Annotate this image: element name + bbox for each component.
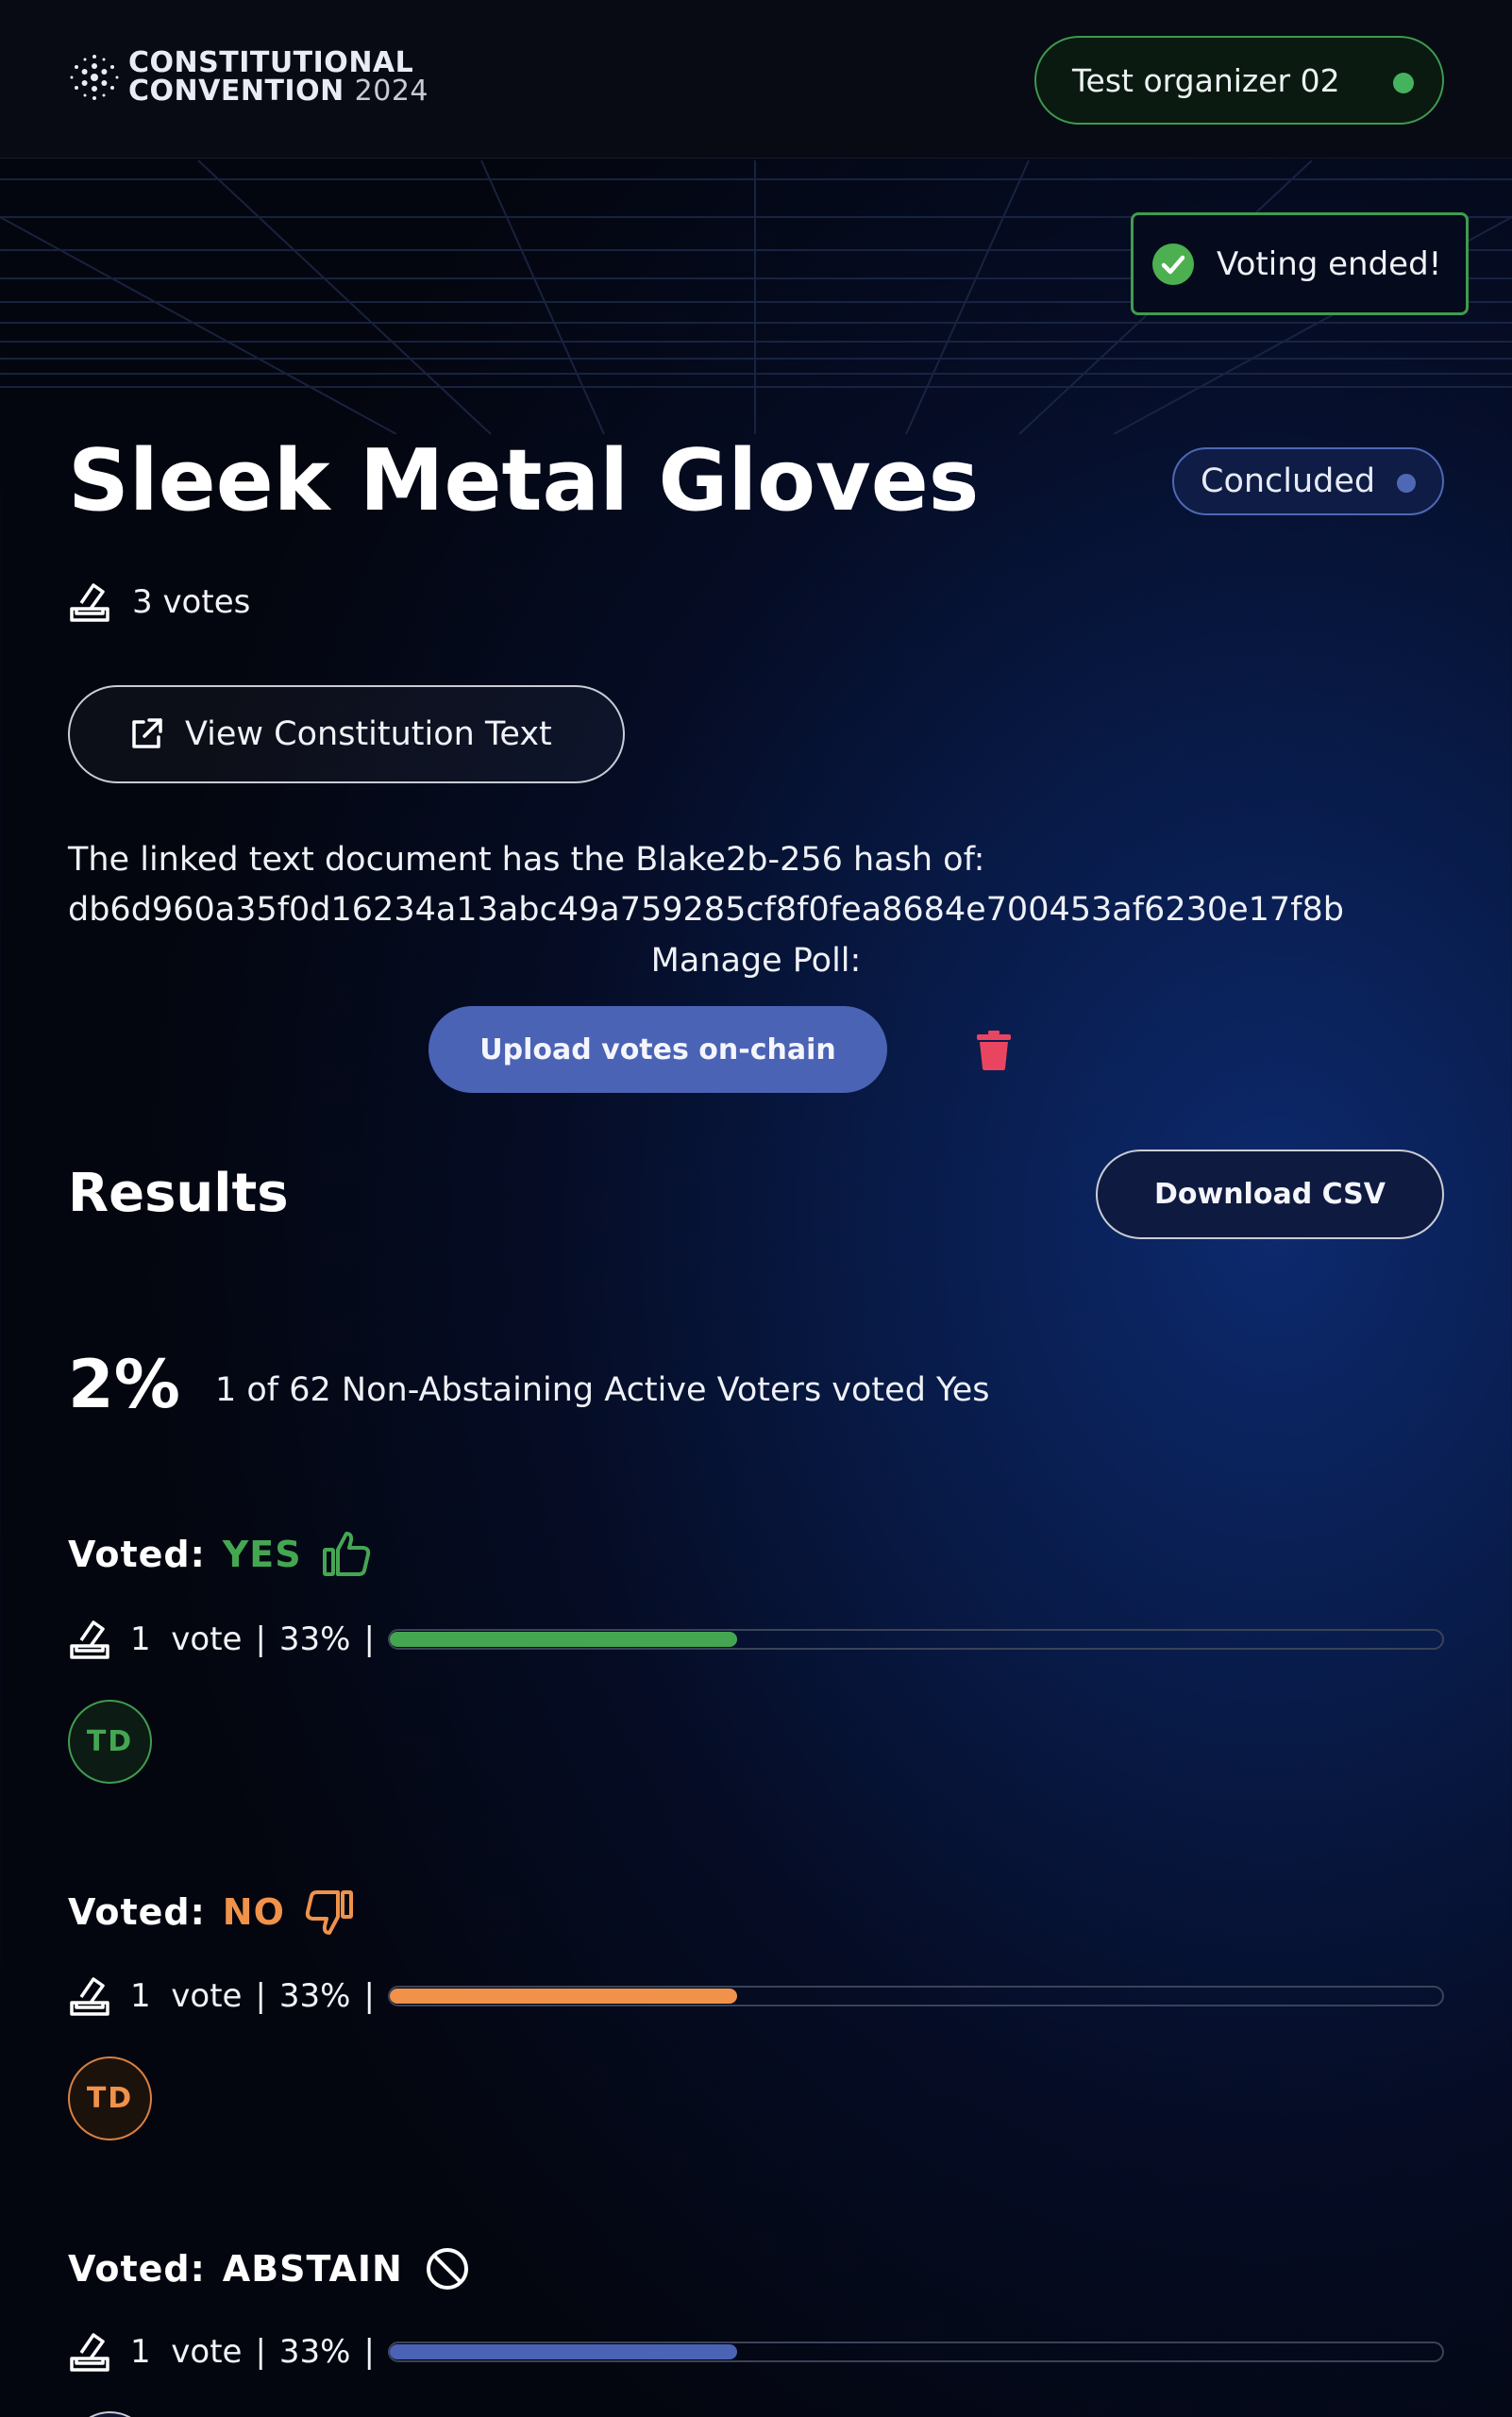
thumbs-up-icon: [322, 1532, 370, 1576]
view-constitution-text-button[interactable]: View Constitution Text: [68, 685, 625, 783]
vote-count: 1: [130, 1977, 151, 2015]
vote-choice-no: NO: [222, 1891, 285, 1933]
hash-description: The linked text document has the Blake2b…: [68, 841, 985, 879]
vote-progress-fill: [389, 1989, 737, 2004]
voter-avatar[interactable]: TD: [68, 2056, 152, 2140]
vote-group-no-heading: Voted: NO: [68, 1887, 355, 1938]
vote-count: 1: [130, 2333, 151, 2371]
vote-percent: 33%: [278, 1620, 351, 1658]
view-constitution-text-label: View Constitution Text: [185, 715, 552, 753]
voter-avatar-partial[interactable]: [68, 2411, 152, 2417]
app-logo[interactable]: CONSTITUTIONAL CONVENTION 2024: [68, 49, 428, 106]
external-link-icon: [132, 718, 162, 748]
logo-wordmark: CONSTITUTIONAL CONVENTION 2024: [128, 49, 428, 106]
thumbs-down-icon: [305, 1890, 353, 1935]
user-account-button[interactable]: Test organizer 02: [1034, 36, 1444, 125]
user-name: Test organizer 02: [1072, 61, 1340, 99]
vote-progress-bar: [387, 2341, 1444, 2362]
yes-summary: 1 of 62 Non-Abstaining Active Voters vot…: [215, 1371, 990, 1409]
ballot-box-icon: [70, 583, 109, 622]
voting-ended-toast[interactable]: Voting ended!: [1131, 212, 1469, 315]
upload-votes-button[interactable]: Upload votes on-chain: [428, 1006, 887, 1093]
manage-poll-label: Manage Poll:: [650, 942, 862, 980]
logo-year: 2024: [354, 75, 428, 108]
check-circle-icon: [1152, 243, 1194, 285]
separator: |: [255, 2333, 266, 2371]
total-votes-text: 3 votes: [132, 583, 251, 621]
separator: |: [363, 1620, 375, 1658]
toast-message: Voting ended!: [1217, 244, 1442, 283]
top-header: CONSTITUTIONAL CONVENTION 2024 Test orga…: [0, 0, 1512, 159]
vote-group-yes-stats: 1 vote | 33% |: [68, 1616, 1444, 1663]
vote-group-yes-heading: Voted: YES: [68, 1529, 372, 1580]
vote-group-abstain-stats: 1 vote | 33% |: [68, 2328, 1444, 2375]
vote-group-abstain-heading: Voted: ABSTAIN: [68, 2243, 473, 2294]
poll-title: Sleek Metal Gloves: [68, 431, 980, 530]
poll-status-badge: Concluded: [1172, 447, 1444, 515]
online-status-dot: [1393, 73, 1414, 93]
results-heading: Results: [68, 1163, 289, 1224]
logo-line1: CONSTITUTIONAL: [128, 46, 414, 79]
cardano-logo-icon: [70, 55, 119, 100]
trash-icon[interactable]: [977, 1031, 1011, 1070]
download-csv-button[interactable]: Download CSV: [1096, 1150, 1444, 1239]
vote-progress-bar: [387, 1986, 1444, 2006]
vote-choice-abstain: ABSTAIN: [222, 2248, 403, 2290]
vote-progress-fill: [389, 1632, 737, 1647]
separator: |: [363, 1977, 375, 2015]
vote-unit: vote: [171, 1620, 243, 1658]
vote-progress-bar: [387, 1629, 1444, 1650]
separator: |: [255, 1977, 266, 2015]
ballot-box-icon: [70, 2333, 109, 2372]
voted-label: Voted:: [68, 1891, 206, 1933]
prohibited-icon: [426, 2248, 468, 2290]
vote-percent: 33%: [278, 2333, 351, 2371]
vote-group-no-stats: 1 vote | 33% |: [68, 1972, 1444, 2020]
vote-unit: vote: [171, 1977, 243, 2015]
separator: |: [255, 1620, 266, 1658]
hash-value: db6d960a35f0d16234a13abc49a759285cf8f0fe…: [68, 891, 1344, 929]
voter-avatar[interactable]: TD: [68, 1700, 152, 1784]
vote-progress-fill: [389, 2344, 737, 2359]
vote-percent: 33%: [278, 1977, 351, 2015]
voted-label: Voted:: [68, 1534, 206, 1575]
separator: |: [363, 2333, 375, 2371]
ballot-box-icon: [70, 1620, 109, 1659]
voted-label: Voted:: [68, 2248, 206, 2290]
total-votes: 3 votes: [68, 580, 250, 624]
yes-percentage: 2%: [68, 1346, 180, 1423]
ballot-box-icon: [70, 1977, 109, 2016]
vote-unit: vote: [171, 2333, 243, 2371]
status-dot: [1397, 474, 1416, 493]
vote-choice-yes: YES: [222, 1534, 302, 1575]
vote-count: 1: [130, 1620, 151, 1658]
logo-line2: CONVENTION: [128, 75, 344, 108]
poll-status-text: Concluded: [1201, 462, 1376, 500]
